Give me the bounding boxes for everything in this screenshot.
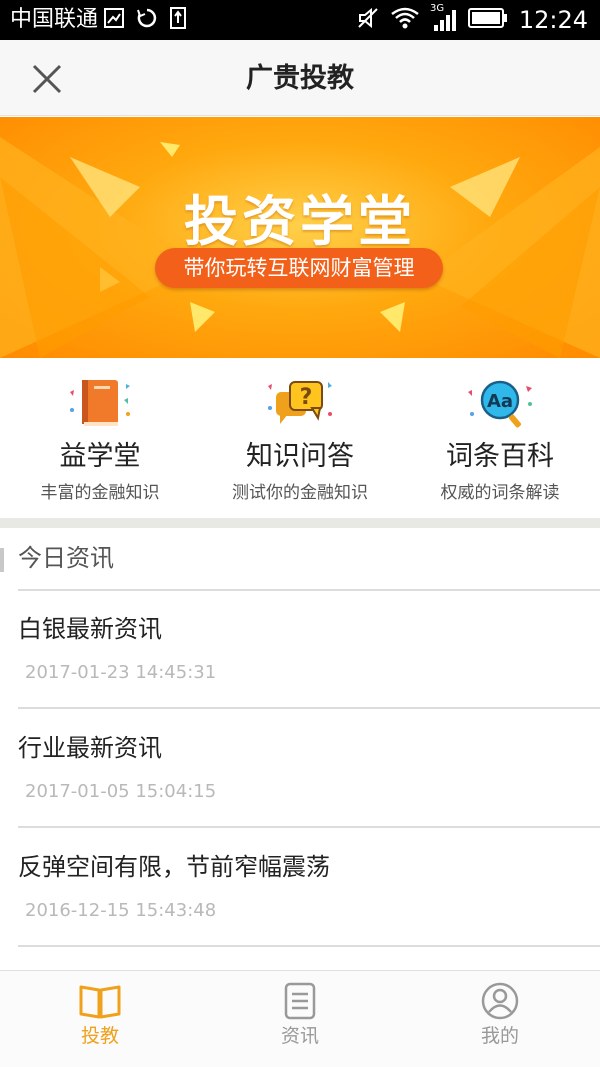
news-title: 反弹空间有限，节前窄幅震荡 <box>18 853 330 881</box>
signal-icon: 3G <box>430 3 458 33</box>
feature-yixuetang[interactable]: 益学堂 丰富的金融知识 <box>0 358 200 518</box>
section-marker <box>0 548 4 572</box>
user-profile-icon <box>481 982 519 1020</box>
upload-notification-icon <box>170 7 186 33</box>
feature-name: 词条百科 <box>446 441 554 472</box>
section-divider <box>0 518 600 528</box>
news-title: 白银最新资讯 <box>18 615 162 643</box>
image-notification-icon <box>104 8 124 32</box>
divider <box>18 707 600 709</box>
question-bubble-icon: ? <box>268 381 332 424</box>
section-title: 今日资讯 <box>18 544 114 572</box>
carrier-name: 中国联通 <box>10 7 99 32</box>
news-date: 2017-01-05 15:04:15 <box>25 781 217 802</box>
system-icons: 3G <box>356 3 508 34</box>
feature-citiaobaike[interactable]: Aa 词条百科 权威的词条解读 <box>400 358 600 518</box>
feature-name: 益学堂 <box>59 441 141 472</box>
wifi-icon <box>390 6 420 34</box>
sync-icon <box>136 7 158 33</box>
title-bar: 广贵投教 <box>0 40 600 116</box>
tab-toujiao[interactable]: 投教 <box>0 971 200 1067</box>
notification-icons <box>104 7 186 33</box>
tab-zixun[interactable]: 资讯 <box>200 971 400 1067</box>
tab-label: 我的 <box>480 1025 519 1047</box>
news-item[interactable]: 行业最新资讯 2017-01-05 15:04:15 <box>0 710 600 828</box>
feature-name: 知识问答 <box>246 441 354 472</box>
tab-label: 投教 <box>80 1025 119 1047</box>
page-title: 广贵投教 <box>246 63 354 94</box>
news-title: 行业最新资讯 <box>18 734 162 762</box>
svg-text:Aa: Aa <box>487 391 513 412</box>
news-date: 2017-01-23 14:45:31 <box>25 662 217 683</box>
feature-grid: 益学堂 丰富的金融知识 ? 知识问答 测试你的金融知识 Aa 词条百科 权威的词… <box>0 358 600 518</box>
news-date: 2016-12-15 15:43:48 <box>25 900 217 921</box>
feature-desc: 丰富的金融知识 <box>40 483 160 503</box>
banner-title: 投资学堂 <box>184 190 416 253</box>
mute-icon <box>356 6 380 34</box>
clock: 12:24 <box>518 6 588 34</box>
book-icon <box>70 380 130 426</box>
open-book-icon <box>79 985 121 1019</box>
news-item[interactable]: 反弹空间有限，节前窄幅震荡 2016-12-15 15:43:48 <box>0 829 600 947</box>
promo-banner[interactable]: 投资学堂 带你玩转互联网财富管理 <box>0 117 600 358</box>
bottom-tab-bar: 投教 资讯 我的 <box>0 970 600 1067</box>
svg-text:?: ? <box>300 385 313 410</box>
news-item[interactable]: 白银最新资讯 2017-01-23 14:45:31 <box>0 591 600 709</box>
document-list-icon <box>284 982 316 1020</box>
status-bar: 中国联通 3G 12:24 <box>0 0 600 40</box>
banner-subtitle: 带你玩转互联网财富管理 <box>155 248 443 288</box>
tab-label: 资讯 <box>280 1025 319 1047</box>
divider <box>18 826 600 828</box>
battery-icon <box>468 7 508 33</box>
feature-zhishiwenda[interactable]: ? 知识问答 测试你的金融知识 <box>200 358 400 518</box>
divider <box>18 945 600 947</box>
feature-desc: 权威的词条解读 <box>440 483 560 503</box>
tab-wode[interactable]: 我的 <box>400 971 600 1067</box>
news-section-header: 今日资讯 <box>0 528 600 590</box>
feature-desc: 测试你的金融知识 <box>232 483 368 503</box>
dictionary-search-icon: Aa <box>468 380 532 428</box>
